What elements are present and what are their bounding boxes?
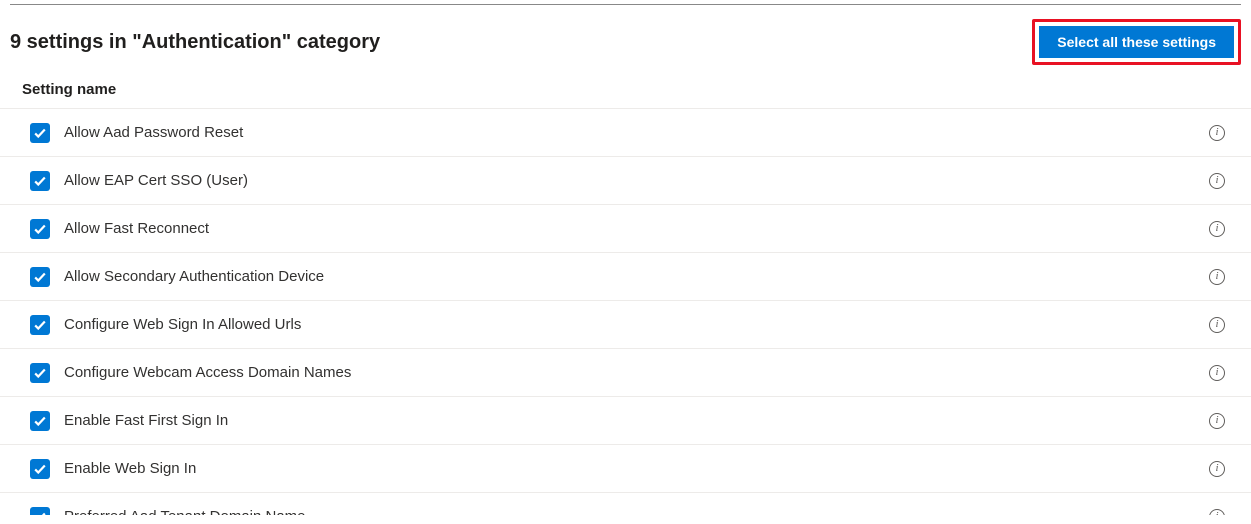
setting-row[interactable]: Allow Aad Password Reset i [0,109,1251,157]
info-icon[interactable]: i [1209,269,1225,285]
setting-row[interactable]: Configure Webcam Access Domain Names i [0,349,1251,397]
setting-checkbox[interactable] [30,171,50,191]
info-icon[interactable]: i [1209,365,1225,381]
setting-checkbox[interactable] [30,267,50,287]
checkmark-icon [33,270,47,284]
setting-checkbox[interactable] [30,219,50,239]
info-icon[interactable]: i [1209,125,1225,141]
header-row: 9 settings in "Authentication" category … [0,5,1251,75]
setting-label: Allow Secondary Authentication Device [64,268,1209,285]
info-icon[interactable]: i [1209,461,1225,477]
info-icon[interactable]: i [1209,221,1225,237]
setting-label: Allow Fast Reconnect [64,220,1209,237]
setting-label: Preferred Aad Tenant Domain Name [64,508,1209,515]
setting-row[interactable]: Enable Web Sign In i [0,445,1251,493]
setting-label: Enable Fast First Sign In [64,412,1209,429]
setting-checkbox[interactable] [30,123,50,143]
setting-checkbox[interactable] [30,411,50,431]
setting-checkbox[interactable] [30,459,50,479]
info-icon[interactable]: i [1209,317,1225,333]
checkmark-icon [33,414,47,428]
setting-row[interactable]: Allow EAP Cert SSO (User) i [0,157,1251,205]
setting-row[interactable]: Allow Secondary Authentication Device i [0,253,1251,301]
setting-row[interactable]: Preferred Aad Tenant Domain Name i [0,493,1251,515]
setting-label: Configure Web Sign In Allowed Urls [64,316,1209,333]
checkmark-icon [33,174,47,188]
checkmark-icon [33,126,47,140]
settings-list-area: Allow Aad Password Reset i Allow EAP Cer… [0,109,1251,515]
checkmark-icon [33,462,47,476]
setting-checkbox[interactable] [30,315,50,335]
setting-checkbox[interactable] [30,363,50,383]
setting-label: Configure Webcam Access Domain Names [64,364,1209,381]
checkmark-icon [33,318,47,332]
setting-row[interactable]: Enable Fast First Sign In i [0,397,1251,445]
setting-row[interactable]: Allow Fast Reconnect i [0,205,1251,253]
settings-scroll[interactable]: Allow Aad Password Reset i Allow EAP Cer… [0,109,1251,515]
setting-row[interactable]: Configure Web Sign In Allowed Urls i [0,301,1251,349]
column-header-setting-name[interactable]: Setting name [0,75,1251,109]
info-icon[interactable]: i [1209,173,1225,189]
select-all-highlight: Select all these settings [1032,19,1241,65]
page-title: 9 settings in "Authentication" category [10,31,380,54]
info-icon[interactable]: i [1209,413,1225,429]
info-icon[interactable]: i [1209,509,1225,516]
select-all-button[interactable]: Select all these settings [1039,26,1234,58]
setting-label: Enable Web Sign In [64,460,1209,477]
checkmark-icon [33,222,47,236]
checkmark-icon [33,366,47,380]
setting-checkbox[interactable] [30,507,50,516]
setting-label: Allow EAP Cert SSO (User) [64,172,1209,189]
checkmark-icon [33,510,47,516]
setting-label: Allow Aad Password Reset [64,124,1209,141]
